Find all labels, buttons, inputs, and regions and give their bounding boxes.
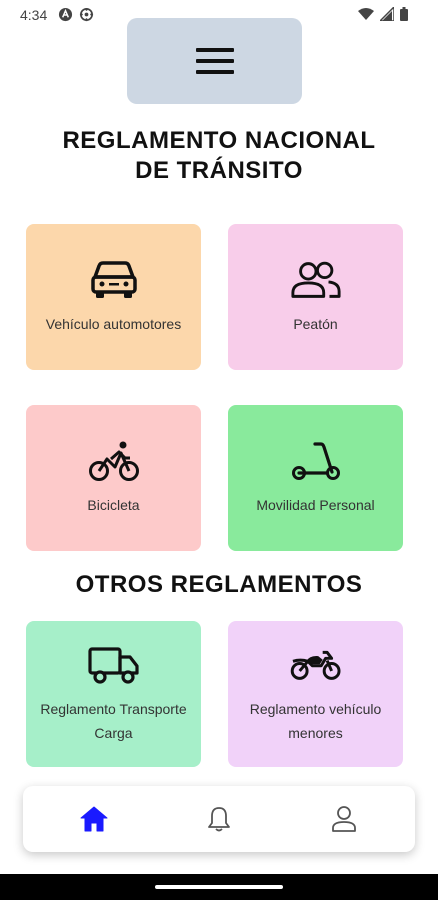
battery-icon [400, 7, 408, 21]
accessibility-icon [58, 7, 73, 22]
user-icon [332, 806, 357, 832]
card-movilidad-personal[interactable]: Movilidad Personal [228, 405, 403, 551]
card-bicicleta[interactable]: Bicicleta [26, 405, 201, 551]
card-label: Reglamento Transporte Carga [40, 701, 187, 741]
page-title: REGLAMENTO NACIONAL DE TRÁNSITO [0, 126, 438, 186]
scooter-icon [290, 439, 342, 483]
page-title-line2: DE TRÁNSITO [135, 157, 303, 184]
status-time: 4:34 [20, 7, 48, 23]
nav-profile[interactable] [314, 794, 374, 844]
nav-home[interactable] [64, 794, 124, 844]
card-label: Bicicleta [87, 497, 140, 513]
card-label: Vehículo automotores [45, 316, 182, 332]
bicycle-icon [88, 439, 140, 483]
nav-notifications[interactable] [189, 794, 249, 844]
motorcycle-icon [290, 643, 342, 687]
truck-icon [87, 643, 140, 687]
card-label: Reglamento vehículo menores [249, 701, 382, 741]
home-indicator[interactable] [155, 885, 283, 889]
settings-icon [79, 7, 94, 22]
home-icon [80, 806, 108, 832]
section-title-otros: OTROS REGLAMENTOS [75, 571, 363, 598]
card-label: Peatón [293, 316, 338, 332]
page-title-line1: REGLAMENTO NACIONAL [62, 127, 376, 154]
menu-button[interactable] [127, 18, 302, 104]
car-icon [88, 258, 140, 302]
card-vehiculo-menores[interactable]: Reglamento vehículo menores [228, 621, 403, 767]
hamburger-icon [195, 48, 234, 74]
card-label: Movilidad Personal [256, 497, 375, 513]
status-icons-right [358, 7, 408, 21]
card-vehiculo-automotores[interactable]: Vehículo automotores [26, 224, 201, 370]
bell-icon [208, 807, 230, 832]
status-icons-left [58, 7, 94, 22]
bottom-nav [23, 786, 415, 852]
people-icon [290, 258, 342, 302]
wifi-icon [358, 8, 374, 20]
card-transporte-carga[interactable]: Reglamento Transporte Carga [26, 621, 201, 767]
card-peaton[interactable]: Peatón [228, 224, 403, 370]
signal-icon [380, 7, 394, 21]
